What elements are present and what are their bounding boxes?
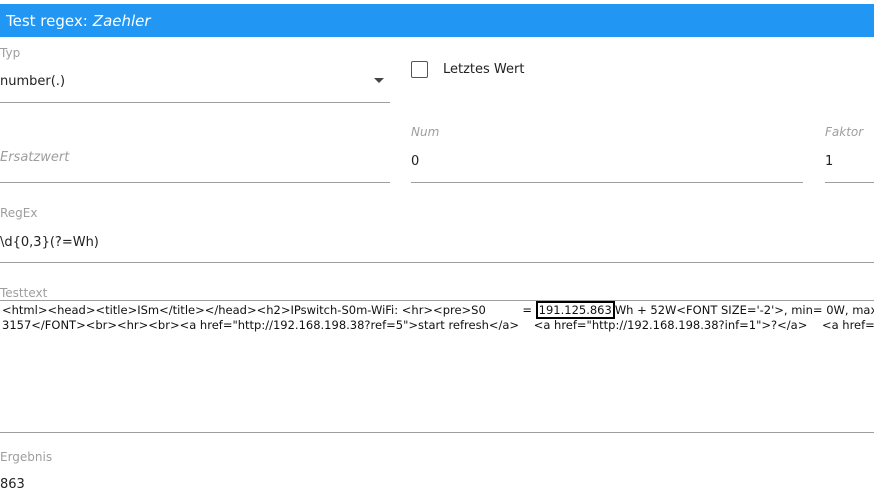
dialog-title-prefix: Test regex: bbox=[6, 11, 88, 30]
testtext-line-1: <html><head><title>ISm</title></head><h2… bbox=[2, 301, 874, 319]
regex-underline bbox=[0, 262, 874, 263]
num-underline bbox=[411, 182, 803, 183]
typ-underline bbox=[0, 102, 390, 103]
ergebnis-label: Ergebnis bbox=[0, 450, 53, 464]
chevron-down-icon[interactable] bbox=[374, 78, 384, 83]
typ-select[interactable]: number(.) bbox=[0, 74, 370, 89]
num-label: Num bbox=[411, 125, 440, 139]
ersatzwert-input[interactable]: Ersatzwert bbox=[0, 150, 388, 165]
dialog-title-bar: Test regex: Zaehler bbox=[0, 4, 874, 37]
regex-match-highlight: 191.125.863 bbox=[535, 301, 615, 319]
num-input[interactable]: 0 bbox=[411, 154, 801, 169]
testtext-line-2: 3157</FONT><br><hr><br><a href="http://1… bbox=[2, 318, 874, 332]
typ-label: Typ bbox=[0, 46, 21, 60]
dialog-title-name: Zaehler bbox=[92, 11, 151, 30]
testtext-label: Testtext bbox=[0, 286, 48, 300]
testtext-line-1-before: <html><head><title>ISm</title></head><h2… bbox=[2, 303, 536, 317]
regex-input[interactable]: \d{0,3}(?=Wh) bbox=[0, 235, 874, 250]
ergebnis-value: 863 bbox=[0, 477, 25, 492]
letztes-wert-label: Letztes Wert bbox=[443, 62, 525, 77]
ersatzwert-underline bbox=[0, 182, 390, 183]
regex-label: RegEx bbox=[0, 206, 38, 220]
faktor-input[interactable]: 1 bbox=[825, 154, 874, 169]
testtext-textarea[interactable]: <html><head><title>ISm</title></head><h2… bbox=[0, 300, 874, 433]
faktor-underline bbox=[825, 182, 874, 183]
letztes-wert-checkbox[interactable] bbox=[411, 61, 428, 78]
testtext-line-1-after: Wh + 52W<FONT SIZE='-2'>, min= 0W, max. … bbox=[614, 303, 874, 317]
faktor-label: Faktor bbox=[825, 125, 864, 139]
